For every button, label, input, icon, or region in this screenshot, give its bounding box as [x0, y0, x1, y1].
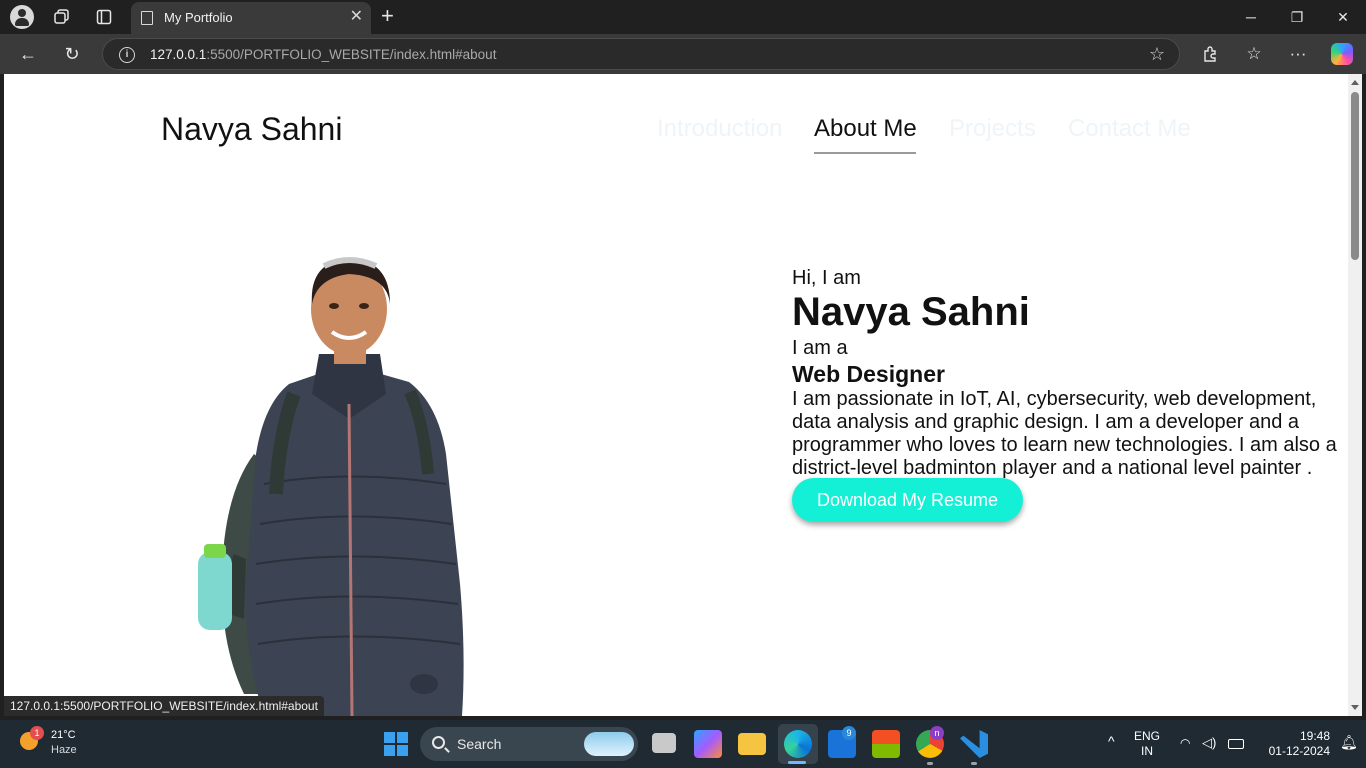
- new-tab-button[interactable]: +: [381, 4, 394, 28]
- taskbar-search[interactable]: Search: [420, 727, 638, 761]
- address-bar[interactable]: i 127.0.0.1:5500/PORTFOLIO_WEBSITE/index…: [102, 38, 1180, 70]
- wifi-icon[interactable]: ◠: [1180, 736, 1190, 751]
- windows-taskbar: 1 21°C Haze Search 9 n ^ ENG IN ◠ ◁) 19:…: [0, 720, 1366, 768]
- active-app-indicator: [788, 761, 806, 764]
- back-button[interactable]: ←: [16, 42, 40, 66]
- weather-widget[interactable]: 1 21°C Haze: [18, 726, 77, 758]
- chrome-profile-badge: n: [930, 726, 944, 740]
- reload-button[interactable]: ↻: [60, 42, 84, 66]
- greeting-text: Hi, I am: [792, 267, 861, 289]
- restore-button[interactable]: ❐: [1274, 0, 1320, 34]
- nav-about-me[interactable]: About Me: [814, 115, 917, 143]
- weather-condition: Haze: [51, 744, 77, 756]
- scroll-down-arrow-icon[interactable]: [1351, 705, 1359, 710]
- tab-title: My Portfolio: [164, 10, 233, 25]
- about-description: I am passionate in IoT, AI, cybersecurit…: [792, 388, 1337, 479]
- volume-icon[interactable]: ◁): [1202, 735, 1216, 750]
- show-hidden-icons-chevron-icon[interactable]: ^: [1108, 734, 1115, 749]
- outlook-badge: 9: [842, 726, 856, 740]
- active-nav-underline: [814, 152, 916, 154]
- workspaces-icon[interactable]: [50, 5, 74, 29]
- scrollbar-thumb[interactable]: [1351, 92, 1359, 260]
- more-options-icon[interactable]: ···: [1286, 42, 1310, 66]
- nav-introduction[interactable]: Introduction: [657, 115, 782, 143]
- weather-temp: 21°C: [51, 729, 76, 741]
- site-logo[interactable]: Navya Sahni: [161, 111, 342, 148]
- store-icon[interactable]: [872, 730, 900, 758]
- close-window-button[interactable]: ✕: [1320, 0, 1366, 34]
- profile-avatar-icon[interactable]: [10, 5, 34, 29]
- search-icon: [432, 736, 445, 749]
- role-title: Web Designer: [792, 361, 945, 387]
- battery-icon[interactable]: [1228, 739, 1244, 749]
- chrome-running-indicator: [927, 762, 933, 765]
- site-info-icon[interactable]: i: [119, 47, 135, 63]
- favorites-icon[interactable]: ☆: [1242, 42, 1266, 66]
- download-resume-button[interactable]: Download My Resume: [792, 478, 1023, 522]
- weather-badge: 1: [30, 726, 44, 740]
- copilot-icon[interactable]: [1330, 42, 1354, 66]
- file-explorer-icon[interactable]: [738, 733, 766, 755]
- edge-browser-icon[interactable]: [784, 730, 812, 758]
- start-button[interactable]: [384, 732, 408, 756]
- link-status-url: 127.0.0.1:5500/PORTFOLIO_WEBSITE/index.h…: [4, 696, 324, 716]
- notification-bell-icon[interactable]: 🔔︎: [1340, 735, 1358, 750]
- weather-haze-icon: 1: [18, 726, 44, 754]
- page-scrollbar[interactable]: [1348, 74, 1362, 716]
- vscode-running-indicator: [971, 762, 977, 765]
- page-viewport: Navya Sahni Introduction About Me Projec…: [4, 74, 1348, 716]
- page-favicon-icon: [141, 11, 153, 25]
- favorite-star-icon[interactable]: ☆: [1149, 44, 1165, 65]
- search-label: Search: [457, 736, 502, 752]
- profile-photo: [198, 257, 464, 716]
- url-text[interactable]: 127.0.0.1:5500/PORTFOLIO_WEBSITE/index.h…: [150, 47, 496, 62]
- hero-name: Navya Sahni: [792, 290, 1030, 334]
- extensions-icon[interactable]: [1198, 42, 1222, 66]
- browser-toolbar: ← ↻ i 127.0.0.1:5500/PORTFOLIO_WEBSITE/i…: [0, 34, 1366, 74]
- browser-tab-active[interactable]: My Portfolio ✕: [131, 2, 371, 34]
- browser-title-bar: My Portfolio ✕ + ─ ❐ ✕: [0, 0, 1366, 34]
- scroll-up-arrow-icon[interactable]: [1351, 80, 1359, 85]
- search-highlight-image: [584, 732, 634, 756]
- tab-actions-icon[interactable]: [92, 5, 116, 29]
- close-tab-icon[interactable]: ✕: [350, 8, 363, 26]
- role-prefix: I am a: [792, 337, 848, 359]
- minimize-button[interactable]: ─: [1228, 0, 1274, 34]
- copilot-app-icon[interactable]: [694, 730, 722, 758]
- nav-projects[interactable]: Projects: [949, 115, 1036, 143]
- about-section: Hi, I am Navya Sahni I am a Web Designer…: [792, 266, 1348, 480]
- language-indicator[interactable]: ENG IN: [1134, 729, 1160, 759]
- task-view-icon[interactable]: [652, 733, 676, 753]
- nav-contact-me[interactable]: Contact Me: [1068, 115, 1191, 143]
- clock[interactable]: 19:48 01-12-2024: [1262, 729, 1330, 759]
- vscode-icon[interactable]: [960, 730, 988, 758]
